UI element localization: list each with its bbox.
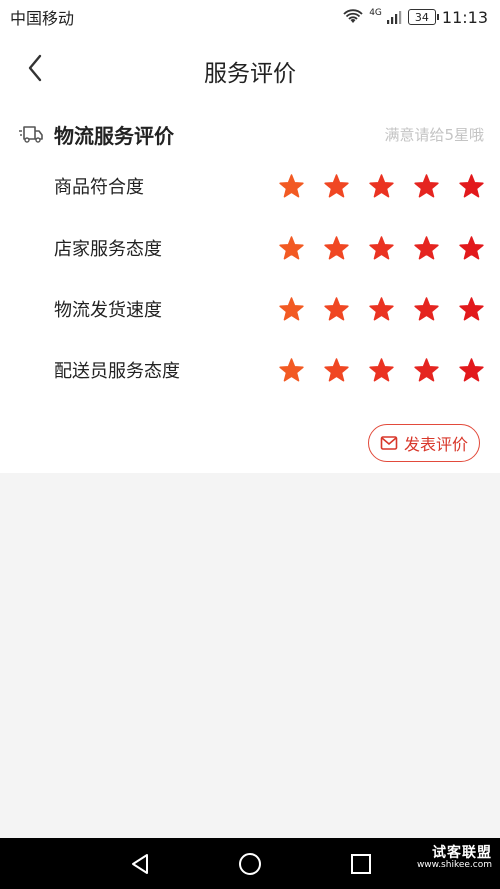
square-recents-icon <box>351 854 371 874</box>
star-icon[interactable] <box>369 173 394 199</box>
battery-level: 34 <box>414 10 429 24</box>
rating-label: 物流发货速度 <box>54 300 162 321</box>
rating-label: 配送员服务态度 <box>54 361 180 382</box>
rating-row-courier-service: 配送员服务态度 <box>54 350 484 390</box>
wifi-icon <box>343 9 363 23</box>
star-icon[interactable] <box>279 235 304 261</box>
star-icon[interactable] <box>324 235 349 261</box>
system-recents-button[interactable] <box>347 850 375 878</box>
network-type: 4G <box>369 8 382 18</box>
star-group <box>279 173 484 199</box>
star-icon[interactable] <box>414 235 439 261</box>
battery-icon: 34 <box>407 9 439 25</box>
star-group <box>279 296 484 322</box>
section-header: 物流服务评价 满意请给5星哦 <box>18 120 484 148</box>
status-indicators: 4G 34 11:13 <box>343 8 488 27</box>
star-icon[interactable] <box>279 357 304 383</box>
section-hint: 满意请给5星哦 <box>384 125 484 144</box>
star-group <box>279 235 484 261</box>
star-icon[interactable] <box>324 357 349 383</box>
star-icon[interactable] <box>369 235 394 261</box>
rating-label: 店家服务态度 <box>54 239 162 260</box>
system-home-button[interactable] <box>236 850 264 878</box>
star-icon[interactable] <box>369 296 394 322</box>
status-bar: 中国移动 4G 34 11:13 <box>0 0 500 34</box>
star-icon[interactable] <box>459 235 484 261</box>
section-title: 物流服务评价 <box>54 123 174 148</box>
star-icon[interactable] <box>369 357 394 383</box>
rating-row-shipping-speed: 物流发货速度 <box>54 289 484 329</box>
mail-edit-icon <box>380 436 398 450</box>
star-icon[interactable] <box>459 357 484 383</box>
nav-bar: 服务评价 <box>0 34 500 102</box>
submit-review-label: 发表评价 <box>403 435 468 454</box>
clock: 11:13 <box>441 7 488 27</box>
star-icon[interactable] <box>414 296 439 322</box>
star-icon[interactable] <box>459 296 484 322</box>
watermark-main: 试客联盟 <box>432 845 492 861</box>
system-nav-bar: 试客联盟 www.shikee.com <box>0 838 500 889</box>
star-icon[interactable] <box>279 173 304 199</box>
star-icon[interactable] <box>414 357 439 383</box>
star-icon[interactable] <box>414 173 439 199</box>
star-icon[interactable] <box>324 173 349 199</box>
star-icon[interactable] <box>459 173 484 199</box>
star-group <box>279 357 484 383</box>
star-icon[interactable] <box>324 296 349 322</box>
watermark: 试客联盟 www.shikee.com <box>417 846 492 870</box>
rating-row-product-match: 商品符合度 <box>54 166 484 206</box>
signal-icon <box>386 11 402 24</box>
page-title: 服务评价 <box>204 61 296 87</box>
watermark-url: www.shikee.com <box>416 859 492 870</box>
rating-row-shop-service: 店家服务态度 <box>54 228 484 268</box>
star-icon[interactable] <box>279 296 304 322</box>
triangle-back-icon <box>132 854 148 874</box>
rating-label: 商品符合度 <box>54 177 144 198</box>
submit-review-button[interactable]: 发表评价 <box>368 424 480 462</box>
system-back-button[interactable] <box>126 850 154 878</box>
truck-icon <box>19 126 43 143</box>
carrier-name: 中国移动 <box>10 9 75 28</box>
rating-card: 物流服务评价 满意请给5星哦 商品符合度 店家服务态度 物流发货速度 配送员服务… <box>0 102 500 473</box>
circle-home-icon <box>239 853 261 875</box>
